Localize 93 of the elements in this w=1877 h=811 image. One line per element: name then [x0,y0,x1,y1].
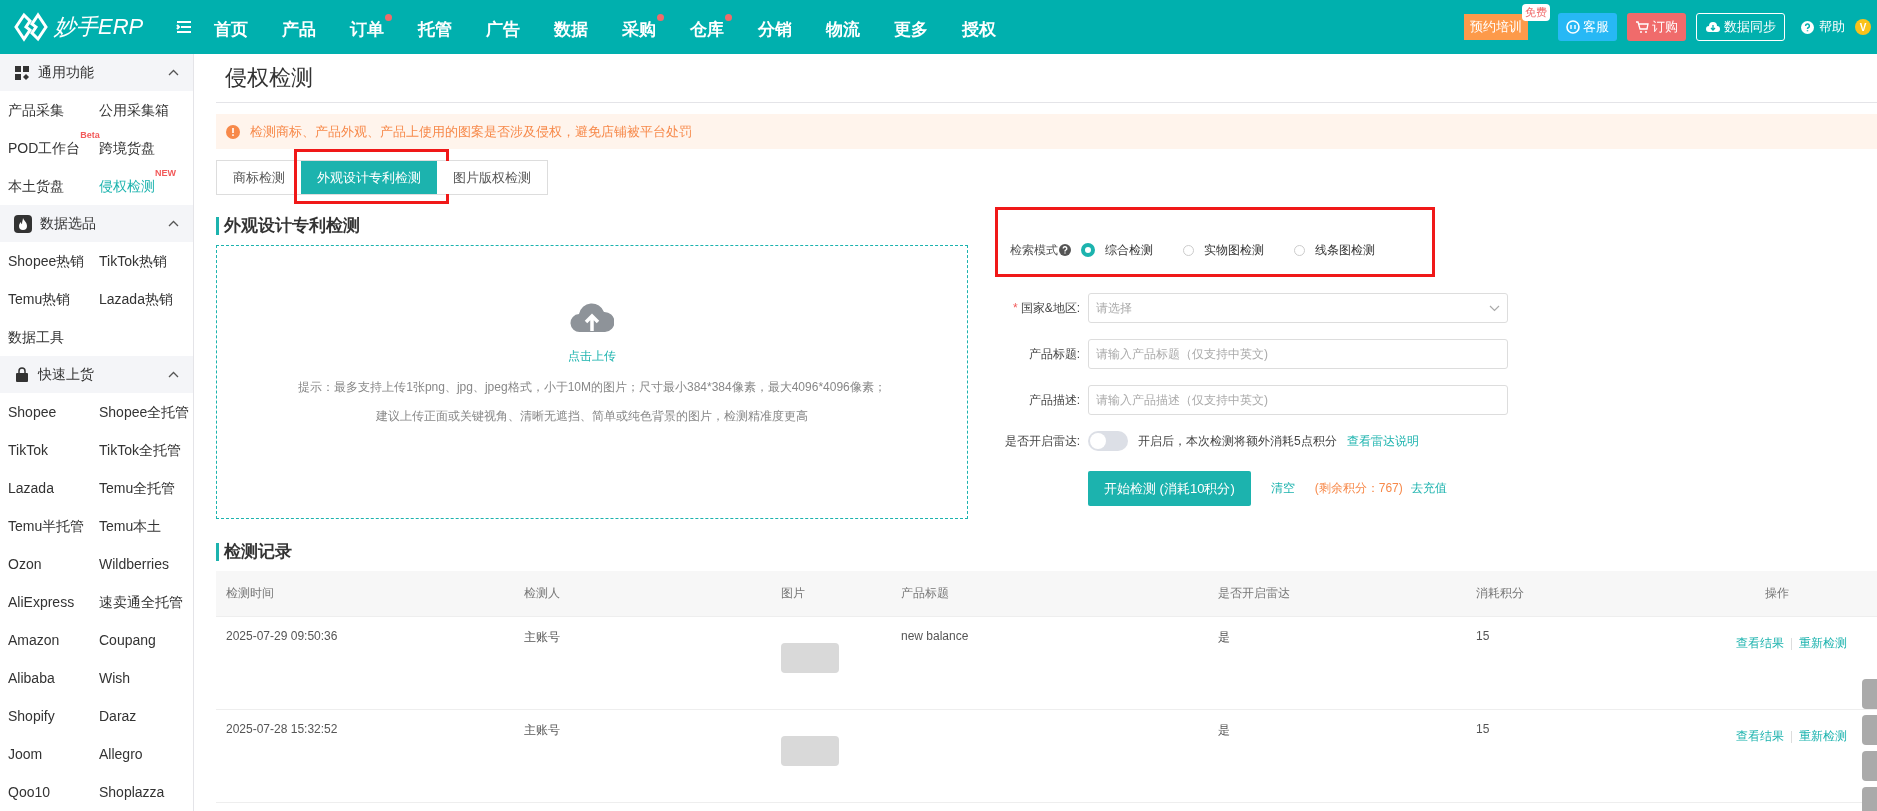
sidebar-item[interactable]: Daraz [99,697,193,735]
product-photo-placeholder [781,736,839,766]
sidebar-item[interactable]: Ozon [8,545,99,583]
sidebar-item[interactable]: TikTok全托管 [99,431,193,469]
form-label: 产品标题: [1027,345,1081,363]
free-badge: 免费 [1522,4,1550,21]
logo-text: 妙手ERP [54,13,144,41]
table-cell-text: 主账号 [523,722,561,739]
column-header: 操作 [1763,585,1790,602]
radio-option[interactable]: 综合检测 [1081,241,1153,259]
sidebar-item[interactable]: Qoo10 [8,773,99,811]
cart-icon [1635,20,1649,34]
table-cell-text: 15 [1475,721,1491,736]
flame-icon [14,214,32,233]
sidebar-item[interactable]: Amazon [8,621,99,659]
table-cell-text: 是 [1217,629,1231,646]
column-header: 消耗积分 [1475,585,1525,602]
upload-hint: 建议上传正面或关键视角、清晰无遮挡、简单或纯色背景的图片，检测精准度更高 [376,408,808,425]
table-cell-text: 是 [1217,722,1231,739]
form-label: 产品描述: [1027,391,1081,409]
sidebar-item[interactable]: Lazada热销 [99,280,193,318]
sidebar-item[interactable]: Shopify [8,697,99,735]
upload-area[interactable]: 点击上传 提示：最多支持上传1张png、jpg、jpeg格式，小于10M的图片；尺寸最小384*384像素，最大4096*4096像素； 建议上传正面或关键视角、清晰无遮挡、简单或纯色背景的图片，检测精准度更高 [216,245,968,519]
sidebar-group-header[interactable]: 快速上货 [0,356,193,393]
sidebar-item[interactable]: Allegro [99,735,193,773]
page-title: 侵权检测 [216,54,1877,103]
cloud-upload-icon [570,300,614,334]
sidebar-item[interactable]: 速卖通全托管 [99,583,193,621]
table-cell-text: 主账号 [523,629,561,646]
form-label: * 国家&地区: [1012,299,1081,317]
dropdown-icon [1489,304,1500,312]
input-field[interactable]: 请输入产品标题（仅支持中英文) [1088,339,1508,369]
sidebar-item[interactable]: Temu热销 [8,280,99,318]
sidebar-item[interactable]: 跨境货盘 [99,129,193,167]
section-title: 外观设计专利检测 [216,217,968,235]
table-cell-text: 2025-07-29 09:50:36 [225,628,339,643]
column-header: 产品标题 [900,585,950,602]
sidebar-item[interactable]: Shopee热销 [8,242,99,280]
sidebar-group-header[interactable]: 数据选品 [0,205,193,242]
radio-option[interactable]: 实物图检测 [1183,241,1264,259]
radar-note: 开启后，本次检测将额外消耗5点积分 [1138,432,1337,450]
grid-icon [14,64,30,81]
sidebar-item[interactable]: 本土货盘 [8,167,99,205]
help-icon [1059,244,1071,256]
sidebar-item[interactable]: Shopee [8,393,99,431]
sidebar-item[interactable]: TikTok热销 [99,242,193,280]
tag-label: Beta [80,131,100,140]
sidebar-item[interactable]: Joom [8,735,99,773]
menu-icon[interactable] [176,21,192,33]
side-tool-icon[interactable] [1862,679,1877,709]
toggle-switch[interactable] [1088,431,1128,451]
sidebar-item[interactable]: 产品采集 [8,91,99,129]
column-header: 检测人 [523,585,561,602]
sidebar-item[interactable]: TikTok [8,431,99,469]
sidebar-item[interactable]: Temu本土 [99,507,193,545]
sidebar-item[interactable]: 数据工具 [8,318,99,356]
sidebar-item[interactable]: Temu半托管 [8,507,99,545]
sidebar-item[interactable]: 公用采集箱 [99,91,193,129]
section-title: 检测记录 [216,543,1877,561]
side-tool-icon[interactable] [1862,787,1877,811]
chat-icon [1566,20,1580,34]
sidebar-item[interactable]: Temu全托管 [99,469,193,507]
radio-button[interactable] [1081,243,1095,257]
table-cell-text: 2025-07-28 15:32:52 [225,721,339,736]
sidebar-item[interactable]: Coupang [99,621,193,659]
side-tool-icon[interactable] [1862,715,1877,745]
sidebar-item[interactable]: Wildberries [99,545,193,583]
column-header: 检测时间 [225,585,275,602]
upload-hint: 提示：最多支持上传1张png、jpg、jpeg格式，小于10M的图片；尺寸最小384*384像素，最大4096*4096像素； [298,379,886,396]
radio-option[interactable]: 线条图检测 [1294,241,1375,259]
logo-icon [14,12,48,42]
alert-text: 检测商标、产品外观、产品上使用的图案是否涉及侵权，避免店铺被平台处罚 [250,122,692,141]
sidebar-item[interactable]: AliExpress [8,583,99,621]
credits-text: (剩余积分：767) [1314,480,1403,497]
sidebar-item[interactable]: Shoplazza [99,773,193,811]
sidebar-item[interactable]: Shopee全托管 [99,393,193,431]
sidebar-item[interactable]: Wish [99,659,193,697]
help-icon [1801,20,1814,34]
tag-label: NEW [155,169,176,178]
cloud-download-icon [1705,21,1721,33]
sidebar-group-header[interactable]: 通用功能 [0,54,193,91]
form-label: 检索模式 [1010,241,1058,259]
form-label: 是否开启雷达: [1003,432,1081,450]
column-header: 是否开启雷达 [1217,585,1291,602]
sidebar-item[interactable]: Lazada [8,469,99,507]
sidebar-item[interactable]: Alibaba [8,659,99,697]
side-tool-icon[interactable] [1862,751,1877,781]
product-photo-placeholder [781,643,839,673]
table-cell-text: 15 [1475,628,1491,643]
input-field[interactable]: 请输入产品描述（仅支持中英文) [1088,385,1508,415]
warning-icon [226,124,240,139]
table-cell: new balance [901,629,969,643]
column-header: 图片 [780,585,806,602]
